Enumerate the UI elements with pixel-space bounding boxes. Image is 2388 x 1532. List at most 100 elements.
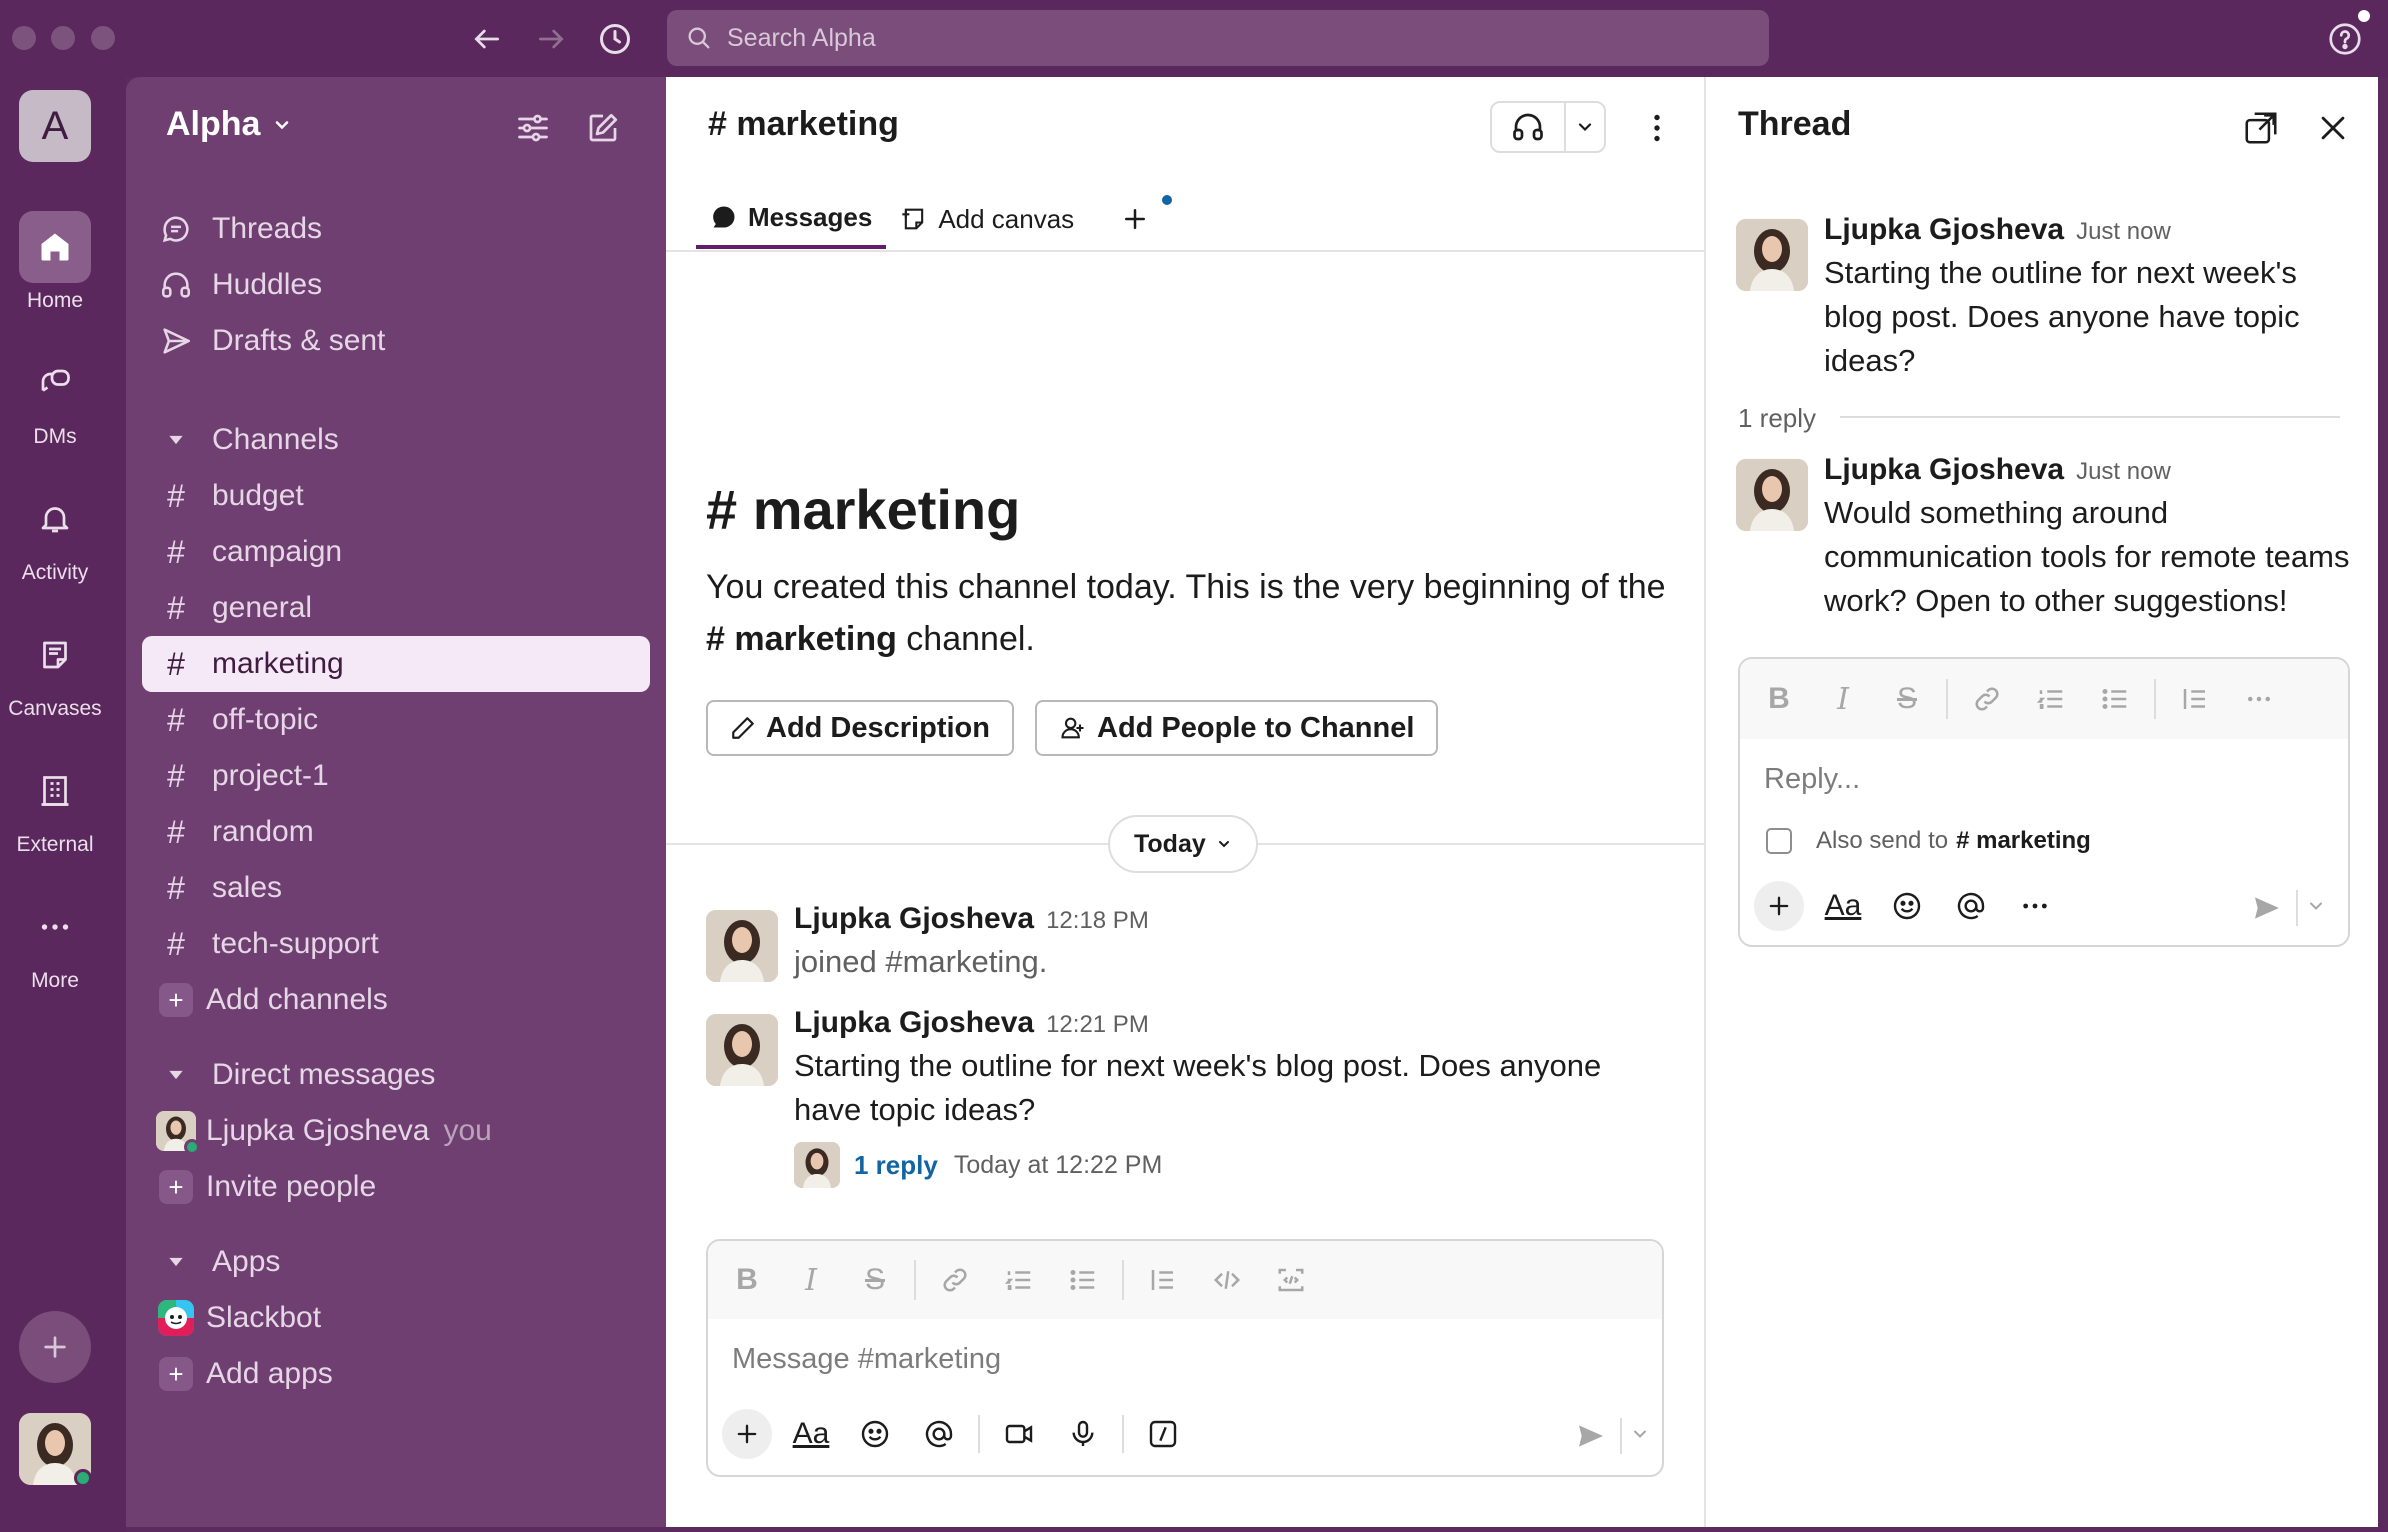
sidebar-channel-sales[interactable]: # sales [142, 860, 650, 916]
invite-people-button[interactable]: + Invite people [142, 1159, 650, 1215]
add-description-button[interactable]: Add Description [706, 700, 1014, 756]
also-send-checkbox[interactable] [1766, 828, 1792, 854]
formatting-toggle-button[interactable]: Aa [1818, 881, 1868, 931]
avatar[interactable] [1736, 219, 1808, 291]
mention-button[interactable] [914, 1409, 964, 1459]
avatar[interactable] [706, 910, 778, 982]
workspace-menu[interactable]: Alpha [166, 105, 292, 144]
mention-button[interactable] [1946, 881, 1996, 931]
add-channels-button[interactable]: + Add channels [142, 972, 650, 1028]
message-input[interactable]: Message #marketing [732, 1343, 1001, 1376]
sidebar-channel-random[interactable]: # random [142, 804, 650, 860]
reply-input[interactable]: Reply... [1764, 763, 1860, 796]
avatar[interactable] [706, 1014, 778, 1086]
apps-section-toggle[interactable]: Apps [142, 1234, 650, 1290]
intro-channel-link[interactable]: # marketing [706, 620, 897, 658]
sidebar-item-drafts[interactable]: Drafts & sent [142, 313, 650, 369]
window-close-button[interactable] [12, 26, 36, 50]
history-button[interactable] [590, 14, 640, 64]
message-author[interactable]: Ljupka Gjosheva [794, 902, 1034, 935]
attach-button[interactable] [722, 1409, 772, 1459]
bullet-list-button[interactable] [2090, 674, 2140, 724]
schedule-send-button[interactable] [2306, 896, 2326, 921]
close-thread-button[interactable] [2306, 101, 2360, 155]
message-timestamp[interactable]: 12:21 PM [1046, 1011, 1149, 1038]
sidebar-item-huddles[interactable]: Huddles [142, 257, 650, 313]
link-button[interactable] [1962, 674, 2012, 724]
rail-more[interactable]: More [0, 891, 110, 993]
blockquote-button[interactable] [2170, 674, 2220, 724]
message-author[interactable]: Ljupka Gjosheva [1824, 453, 2064, 486]
window-zoom-button[interactable] [91, 26, 115, 50]
message-timestamp[interactable]: Just now [2076, 218, 2171, 245]
message-timestamp[interactable]: Just now [2076, 458, 2171, 485]
formatting-toggle-button[interactable]: Aa [786, 1409, 836, 1459]
strikethrough-button[interactable]: S [1882, 674, 1932, 724]
channels-section-toggle[interactable]: Channels [142, 412, 650, 468]
sidebar-item-threads[interactable]: Threads [142, 201, 650, 257]
channel-title[interactable]: # marketing [708, 105, 899, 144]
filter-button[interactable] [508, 103, 558, 153]
day-divider-button[interactable]: Today [1108, 815, 1258, 873]
add-workspace-button[interactable] [19, 1311, 91, 1383]
message-author[interactable]: Ljupka Gjosheva [794, 1006, 1034, 1039]
more-formatting-button[interactable] [2234, 674, 2284, 724]
avatar[interactable] [1736, 459, 1808, 531]
message-author[interactable]: Ljupka Gjosheva [1824, 213, 2064, 246]
rail-external[interactable]: External [0, 755, 110, 857]
shortcuts-button[interactable] [1138, 1409, 1188, 1459]
message-timestamp[interactable]: 12:18 PM [1046, 907, 1149, 934]
add-apps-button[interactable]: + Add apps [142, 1346, 650, 1402]
bold-button[interactable]: B [722, 1255, 772, 1305]
code-button[interactable] [1202, 1255, 1252, 1305]
emoji-button[interactable] [850, 1409, 900, 1459]
sidebar-channel-off-topic[interactable]: # off-topic [142, 692, 650, 748]
video-clip-button[interactable] [994, 1409, 1044, 1459]
reply-count-link[interactable]: 1 reply [854, 1150, 938, 1181]
compose-button[interactable] [578, 103, 628, 153]
tab-add-canvas[interactable]: Add canvas [886, 189, 1088, 249]
strikethrough-button[interactable]: S [850, 1255, 900, 1305]
code-block-button[interactable] [1266, 1255, 1316, 1305]
forward-button[interactable] [526, 14, 576, 64]
sidebar-channel-budget[interactable]: # budget [142, 468, 650, 524]
also-send-option[interactable]: Also send to # marketing [1766, 827, 2091, 855]
tab-messages[interactable]: Messages [696, 189, 887, 249]
sidebar-channel-campaign[interactable]: # campaign [142, 524, 650, 580]
add-tab-button[interactable] [1106, 189, 1173, 249]
back-button[interactable] [462, 14, 512, 64]
link-button[interactable] [930, 1255, 980, 1305]
bold-button[interactable]: B [1754, 674, 1804, 724]
italic-button[interactable]: I [786, 1255, 836, 1305]
bullet-list-button[interactable] [1058, 1255, 1108, 1305]
ordered-list-button[interactable] [994, 1255, 1044, 1305]
add-people-button[interactable]: Add People to Channel [1035, 700, 1439, 756]
rail-home[interactable]: Home [0, 211, 110, 313]
thread-replies-bar[interactable]: 1 reply Today at 12:22 PM [794, 1142, 1674, 1188]
attach-button[interactable] [1754, 881, 1804, 931]
search-bar[interactable]: Search Alpha [667, 10, 1769, 66]
audio-clip-button[interactable] [1058, 1409, 1108, 1459]
rail-canvases[interactable]: Canvases [0, 619, 110, 721]
sidebar-dm-self[interactable]: Ljupka Gjosheva you [142, 1103, 650, 1159]
sidebar-channel-marketing[interactable]: # marketing [142, 636, 650, 692]
workspace-switcher[interactable]: A [19, 90, 91, 162]
sidebar-app-slackbot[interactable]: Slackbot [142, 1290, 650, 1346]
sidebar-channel-project-1[interactable]: # project-1 [142, 748, 650, 804]
dm-section-toggle[interactable]: Direct messages [142, 1047, 650, 1103]
rail-activity[interactable]: Activity [0, 483, 110, 585]
open-in-window-button[interactable] [2234, 101, 2288, 155]
italic-button[interactable]: I [1818, 674, 1868, 724]
sidebar-channel-tech-support[interactable]: # tech-support [142, 916, 650, 972]
sidebar-channel-general[interactable]: # general [142, 580, 650, 636]
huddle-options-button[interactable] [1566, 103, 1604, 151]
blockquote-button[interactable] [1138, 1255, 1188, 1305]
send-button[interactable] [1566, 1411, 1616, 1461]
send-button[interactable] [2242, 883, 2292, 933]
more-actions-button[interactable] [2010, 881, 2060, 931]
rail-dms[interactable]: DMs [0, 347, 110, 449]
channel-more-button[interactable] [1632, 103, 1682, 153]
start-huddle-button[interactable] [1492, 103, 1566, 151]
window-minimize-button[interactable] [51, 26, 75, 50]
schedule-send-button[interactable] [1630, 1424, 1650, 1449]
